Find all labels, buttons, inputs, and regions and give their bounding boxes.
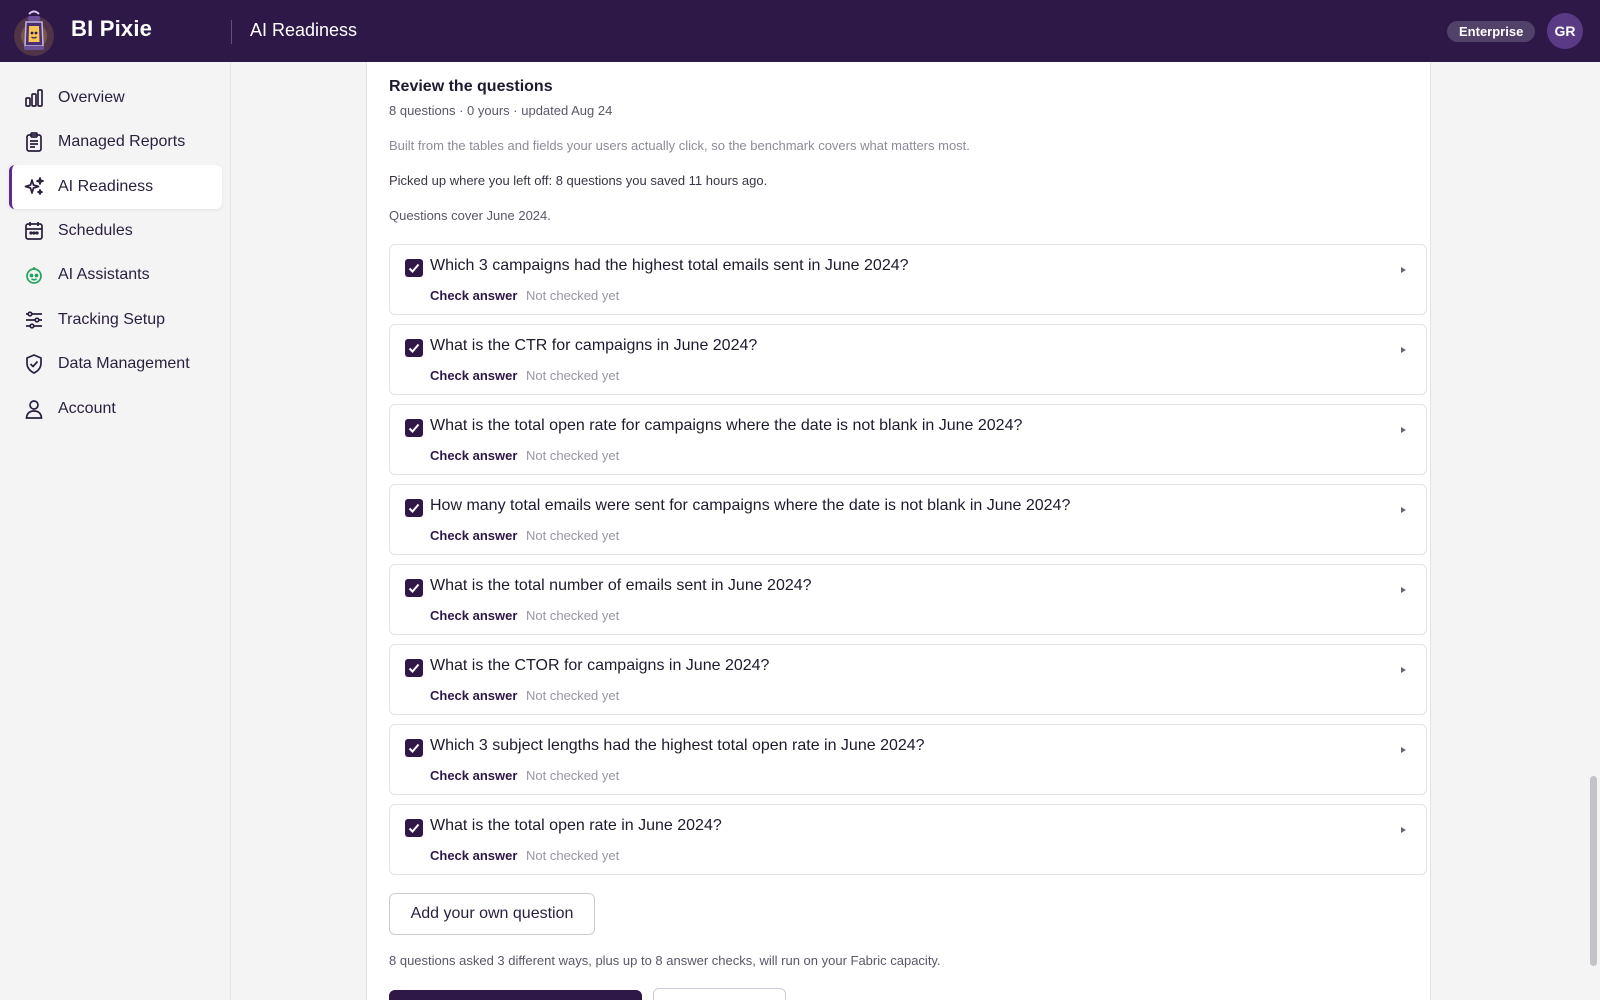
coverage-note: Questions cover June 2024. [389,208,551,223]
check-answer-link[interactable]: Check answer [430,368,517,383]
add-question-button[interactable]: Add your own question [389,893,595,935]
sidebar-item-tracking-setup[interactable]: Tracking Setup [9,298,222,342]
user-icon [23,398,45,420]
review-questions-card: Review the questions 8 questions · 0 you… [366,62,1431,1000]
question-row: What is the CTR for campaigns in June 20… [389,324,1427,395]
question-text: What is the CTR for campaigns in June 20… [430,337,758,354]
expand-caret-icon[interactable] [1398,822,1408,833]
question-status: Not checked yet [526,608,620,623]
secondary-action-button[interactable] [653,988,786,1000]
plan-badge: Enterprise [1447,21,1536,42]
sparkles-icon [23,176,45,198]
section-description: Built from the tables and fields your us… [389,138,970,153]
question-checkbox[interactable] [405,259,423,277]
question-checkbox[interactable] [405,819,423,837]
question-row: Which 3 subject lengths had the highest … [389,724,1427,795]
expand-caret-icon[interactable] [1398,262,1408,273]
question-text: What is the CTOR for campaigns in June 2… [430,657,770,674]
sidebar-item-label: AI Readiness [58,178,154,195]
question-status: Not checked yet [526,688,620,703]
sidebar-item-schedules[interactable]: Schedules [9,209,222,253]
topbar-divider [231,20,232,44]
sidebar-item-managed-reports[interactable]: Managed Reports [9,120,222,164]
sidebar-item-label: Overview [58,89,125,106]
calendar-icon [23,220,45,242]
page-scrollbar[interactable] [1590,776,1597,966]
resume-note: Picked up where you left off: 8 question… [389,173,768,188]
question-row: Which 3 campaigns had the highest total … [389,244,1427,315]
question-status: Not checked yet [526,448,620,463]
question-checkbox[interactable] [405,339,423,357]
avatar[interactable]: GR [1547,13,1583,49]
expand-caret-icon[interactable] [1398,582,1408,593]
question-text: What is the total open rate for campaign… [430,417,1023,434]
question-checkbox[interactable] [405,739,423,757]
question-status: Not checked yet [526,768,620,783]
check-answer-link[interactable]: Check answer [430,528,517,543]
brand-name[interactable]: BI Pixie [71,16,152,42]
sidebar-item-ai-readiness[interactable]: AI Readiness [9,165,222,209]
question-row: What is the total number of emails sent … [389,564,1427,635]
question-checkbox[interactable] [405,499,423,517]
question-text: What is the total open rate in June 2024… [430,817,722,834]
sidebar-item-data-management[interactable]: Data Management [9,342,222,386]
question-checkbox[interactable] [405,579,423,597]
question-text: How many total emails were sent for camp… [430,497,1071,514]
question-text: Which 3 campaigns had the highest total … [430,257,909,274]
shield-check-icon [23,353,45,375]
question-text: What is the total number of emails sent … [430,577,812,594]
check-answer-link[interactable]: Check answer [430,848,517,863]
question-checkbox[interactable] [405,419,423,437]
sidebar-item-label: Account [58,400,116,417]
question-status: Not checked yet [526,288,620,303]
sliders-icon [23,309,45,331]
question-text: Which 3 subject lengths had the highest … [430,737,925,754]
check-answer-link[interactable]: Check answer [430,288,517,303]
clipboard-icon [23,131,45,153]
question-status: Not checked yet [526,528,620,543]
section-title: Review the questions [389,78,553,95]
bar-chart-icon [23,87,45,109]
question-status: Not checked yet [526,368,620,383]
question-row: What is the total open rate in June 2024… [389,804,1427,875]
question-checkbox[interactable] [405,659,423,677]
check-answer-link[interactable]: Check answer [430,768,517,783]
capacity-note: 8 questions asked 3 different ways, plus… [389,953,941,968]
check-answer-link[interactable]: Check answer [430,608,517,623]
expand-caret-icon[interactable] [1398,422,1408,433]
sidebar-item-label: Tracking Setup [58,311,166,328]
question-row: What is the CTOR for campaigns in June 2… [389,644,1427,715]
expand-caret-icon[interactable] [1398,342,1408,353]
expand-caret-icon[interactable] [1398,662,1408,673]
sidebar-item-label: Managed Reports [58,133,186,150]
question-row: What is the total open rate for campaign… [389,404,1427,475]
question-status: Not checked yet [526,848,620,863]
sidebar-item-ai-assistants[interactable]: AI Assistants [9,253,222,297]
sidebar: Overview Managed Reports AI Readiness Sc… [0,62,231,1000]
sidebar-item-account[interactable]: Account [9,387,222,431]
page-title: AI Readiness [250,20,358,40]
sidebar-item-label: Schedules [58,222,133,239]
sidebar-item-overview[interactable]: Overview [9,76,222,120]
check-answer-link[interactable]: Check answer [430,688,517,703]
lantern-logo-icon[interactable] [12,8,56,56]
sidebar-item-label: Data Management [58,355,190,372]
question-row: How many total emails were sent for camp… [389,484,1427,555]
run-benchmark-button[interactable] [389,990,642,1000]
sidebar-item-label: AI Assistants [58,266,150,283]
check-answer-link[interactable]: Check answer [430,448,517,463]
expand-caret-icon[interactable] [1398,742,1408,753]
questions-meta: 8 questions · 0 yours · updated Aug 24 [389,103,613,118]
main-content: Review the questions 8 questions · 0 you… [231,62,1600,1000]
top-bar: BI Pixie AI Readiness Enterprise GR [0,0,1600,62]
robot-icon [23,264,45,286]
expand-caret-icon[interactable] [1398,502,1408,513]
